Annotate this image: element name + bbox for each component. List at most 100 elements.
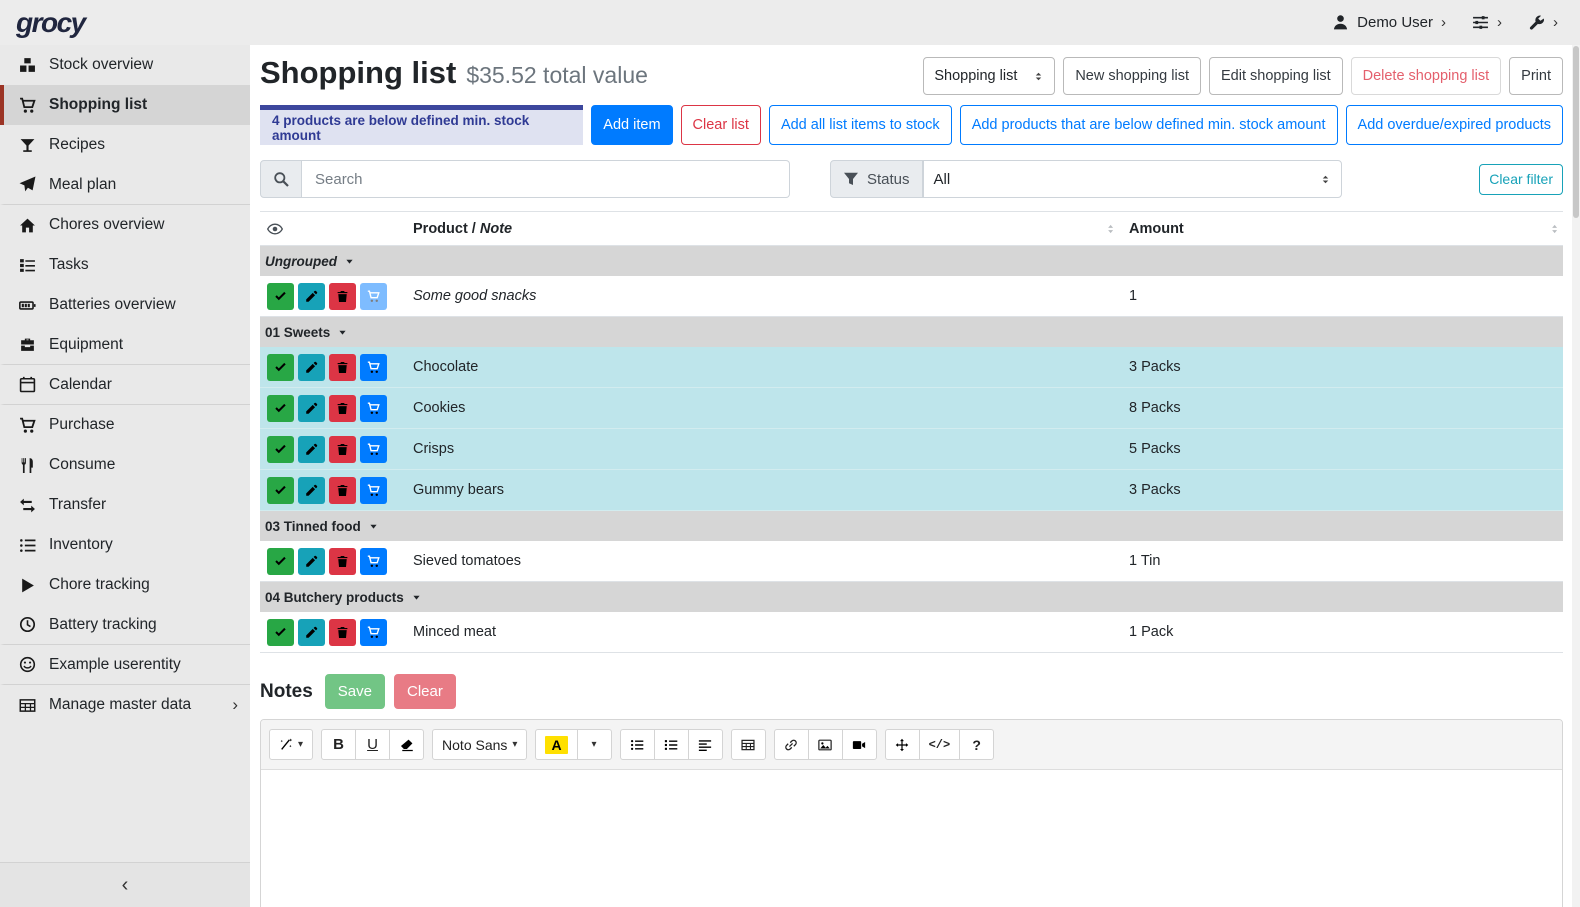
save-notes-button[interactable]: Save bbox=[325, 674, 385, 709]
style-button[interactable]: ▾ bbox=[269, 729, 313, 760]
shopping-list-selector[interactable]: Shopping list bbox=[923, 57, 1055, 95]
edit-item-button[interactable] bbox=[298, 283, 325, 310]
notes-editor-content[interactable] bbox=[261, 770, 1562, 907]
clear-format-button[interactable] bbox=[389, 729, 424, 760]
insert-link-button[interactable] bbox=[774, 729, 809, 760]
text-color-button[interactable]: A bbox=[535, 729, 577, 760]
list-action-row: 4 products are below defined min. stock … bbox=[260, 105, 1563, 145]
delete-item-button[interactable] bbox=[329, 548, 356, 575]
sidebar-item-shopping-list[interactable]: Shopping list bbox=[0, 85, 250, 125]
edit-item-button[interactable] bbox=[298, 619, 325, 646]
delete-shopping-list-button[interactable]: Delete shopping list bbox=[1351, 57, 1502, 95]
group-header-03-tinned-food[interactable]: 03 Tinned food bbox=[260, 511, 1563, 541]
settings-menu[interactable]: › bbox=[1472, 14, 1502, 31]
admin-menu[interactable]: › bbox=[1528, 14, 1558, 31]
sort-icon[interactable] bbox=[1105, 223, 1117, 235]
mark-done-button[interactable] bbox=[267, 477, 294, 504]
delete-item-button[interactable] bbox=[329, 354, 356, 381]
text-color-caret-button[interactable]: ▾ bbox=[577, 729, 612, 760]
delete-item-button[interactable] bbox=[329, 619, 356, 646]
edit-item-button[interactable] bbox=[298, 395, 325, 422]
font-family-button[interactable]: Noto Sans▾ bbox=[432, 729, 527, 760]
clear-filter-button[interactable]: Clear filter bbox=[1479, 164, 1563, 195]
edit-item-button[interactable] bbox=[298, 436, 325, 463]
sidebar-item-stock-overview[interactable]: Stock overview bbox=[0, 45, 250, 85]
add-overdue-button[interactable]: Add overdue/expired products bbox=[1346, 105, 1563, 145]
user-menu[interactable]: Demo User › bbox=[1332, 14, 1446, 31]
purchase-item-button[interactable] bbox=[360, 619, 387, 646]
scrollbar-thumb[interactable] bbox=[1573, 46, 1579, 218]
mark-done-button[interactable] bbox=[267, 354, 294, 381]
status-filter-select[interactable]: All bbox=[923, 160, 1342, 198]
delete-item-button[interactable] bbox=[329, 395, 356, 422]
sidebar-item-purchase[interactable]: Purchase bbox=[0, 405, 250, 445]
new-shopping-list-button[interactable]: New shopping list bbox=[1063, 57, 1201, 95]
group-label: 03 Tinned food bbox=[265, 519, 361, 534]
delete-item-button[interactable] bbox=[329, 283, 356, 310]
add-item-button[interactable]: Add item bbox=[591, 105, 672, 145]
purchase-item-button[interactable] bbox=[360, 354, 387, 381]
purchase-item-button[interactable] bbox=[360, 395, 387, 422]
sidebar-item-tasks[interactable]: Tasks bbox=[0, 245, 250, 285]
sidebar-item-recipes[interactable]: Recipes bbox=[0, 125, 250, 165]
sidebar-item-manage-master-data[interactable]: Manage master data› bbox=[0, 685, 250, 725]
delete-item-button[interactable] bbox=[329, 477, 356, 504]
group-header-01-sweets[interactable]: 01 Sweets bbox=[260, 317, 1563, 347]
mark-done-button[interactable] bbox=[267, 395, 294, 422]
edit-item-button[interactable] bbox=[298, 477, 325, 504]
sidebar-item-calendar[interactable]: Calendar bbox=[0, 365, 250, 405]
tasks-icon bbox=[17, 257, 37, 274]
mark-done-button[interactable] bbox=[267, 548, 294, 575]
insert-video-button[interactable] bbox=[842, 729, 877, 760]
unordered-list-button[interactable] bbox=[620, 729, 655, 760]
select-caret-icon bbox=[1320, 174, 1331, 185]
print-button[interactable]: Print bbox=[1509, 57, 1563, 95]
home-icon bbox=[17, 217, 37, 234]
mark-done-button[interactable] bbox=[267, 436, 294, 463]
underline-button[interactable]: U bbox=[355, 729, 390, 760]
mark-done-button[interactable] bbox=[267, 283, 294, 310]
add-all-to-stock-button[interactable]: Add all list items to stock bbox=[769, 105, 952, 145]
amount-cell: 3 Packs bbox=[1129, 359, 1563, 375]
help-button[interactable]: ? bbox=[959, 729, 994, 760]
edit-item-button[interactable] bbox=[298, 354, 325, 381]
codeview-button[interactable]: </> bbox=[919, 729, 961, 760]
sidebar-item-battery-tracking[interactable]: Battery tracking bbox=[0, 605, 250, 645]
sidebar-item-meal-plan[interactable]: Meal plan bbox=[0, 165, 250, 205]
sidebar-item-chore-tracking[interactable]: Chore tracking bbox=[0, 565, 250, 605]
purchase-item-button[interactable] bbox=[360, 477, 387, 504]
sidebar-item-transfer[interactable]: Transfer bbox=[0, 485, 250, 525]
sidebar-collapse-button[interactable]: ‹ bbox=[0, 862, 250, 907]
mark-done-button[interactable] bbox=[267, 619, 294, 646]
cart-icon bbox=[17, 417, 37, 434]
purchase-item-button[interactable] bbox=[360, 548, 387, 575]
edit-shopping-list-button[interactable]: Edit shopping list bbox=[1209, 57, 1343, 95]
app-logo[interactable]: grocy bbox=[16, 7, 85, 39]
eye-icon[interactable] bbox=[267, 221, 283, 237]
search-input[interactable] bbox=[302, 160, 790, 198]
insert-table-button[interactable] bbox=[731, 729, 766, 760]
insert-picture-button[interactable] bbox=[808, 729, 843, 760]
sidebar-item-batteries-overview[interactable]: Batteries overview bbox=[0, 285, 250, 325]
scrollbar[interactable] bbox=[1572, 45, 1580, 907]
paragraph-button[interactable] bbox=[688, 729, 723, 760]
clear-list-button[interactable]: Clear list bbox=[681, 105, 761, 145]
delete-item-button[interactable] bbox=[329, 436, 356, 463]
add-below-min-stock-button[interactable]: Add products that are below defined min.… bbox=[960, 105, 1338, 145]
sidebar-item-example-userentity[interactable]: Example userentity bbox=[0, 645, 250, 685]
sort-icon[interactable] bbox=[1549, 223, 1561, 235]
fullscreen-button[interactable] bbox=[885, 729, 920, 760]
sidebar-item-consume[interactable]: Consume bbox=[0, 445, 250, 485]
sidebar-item-equipment[interactable]: Equipment bbox=[0, 325, 250, 365]
ordered-list-button[interactable] bbox=[654, 729, 689, 760]
sidebar-item-chores-overview[interactable]: Chores overview bbox=[0, 205, 250, 245]
user-icon bbox=[1332, 14, 1349, 31]
edit-item-button[interactable] bbox=[298, 548, 325, 575]
sidebar-item-inventory[interactable]: Inventory bbox=[0, 525, 250, 565]
group-header-ungrouped[interactable]: Ungrouped bbox=[260, 246, 1563, 276]
purchase-item-button[interactable] bbox=[360, 436, 387, 463]
clear-notes-button[interactable]: Clear bbox=[394, 674, 456, 709]
bold-button[interactable]: B bbox=[321, 729, 356, 760]
group-header-04-butchery-products[interactable]: 04 Butchery products bbox=[260, 582, 1563, 612]
purchase-item-button[interactable] bbox=[360, 283, 387, 310]
